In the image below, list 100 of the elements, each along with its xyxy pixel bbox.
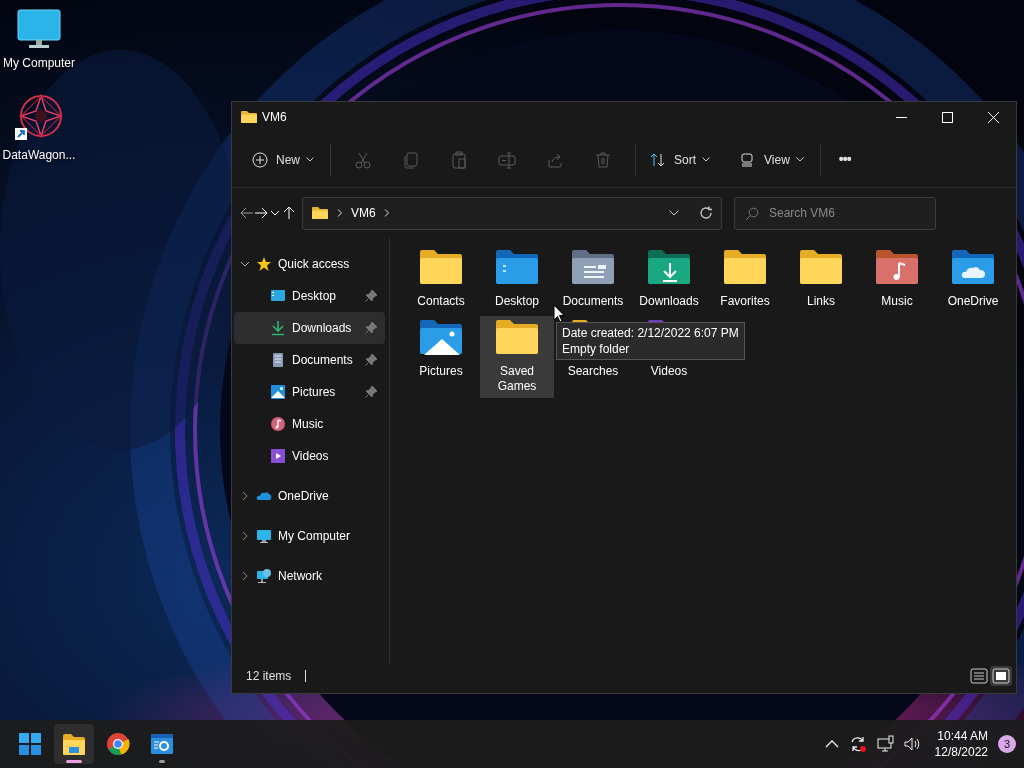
folder-item[interactable]: Documents — [556, 246, 630, 314]
taskbar-app-button[interactable] — [54, 724, 94, 764]
sort-icon — [650, 151, 666, 168]
folder-item[interactable]: Pictures — [404, 316, 478, 384]
desktop-icon-label[interactable]: My Computer — [3, 54, 75, 72]
clock-time[interactable]: 10:44 AM — [937, 728, 988, 744]
volume-icon[interactable] — [902, 735, 921, 753]
paste-icon — [450, 150, 468, 169]
folder-label: Documents — [561, 294, 625, 309]
details-view-button[interactable] — [968, 666, 990, 686]
settings-window-icon — [149, 731, 175, 757]
folder-icon — [722, 249, 768, 285]
sidebar-item[interactable]: Documents — [234, 344, 385, 376]
monitor-icon[interactable] — [17, 8, 61, 50]
large-icons-view-button[interactable] — [990, 666, 1012, 686]
tile-icon — [992, 668, 1010, 684]
folder-label: Downloads — [638, 294, 700, 309]
tooltip-text: Empty folder — [562, 341, 631, 357]
chevron-down-icon[interactable] — [240, 259, 250, 269]
folder-icon — [798, 249, 844, 285]
more-button[interactable]: ••• — [828, 142, 861, 177]
sidebar-item[interactable]: Downloads — [234, 312, 385, 344]
item-count: 12 items — [246, 668, 292, 685]
folder-label: Contacts — [416, 294, 466, 309]
sidebar-item[interactable]: Pictures — [234, 376, 385, 408]
desktop-icon-label[interactable]: DataWagon... — [2, 146, 76, 164]
folder-icon — [950, 249, 996, 285]
picture-icon — [270, 384, 286, 400]
star-icon — [256, 256, 272, 272]
folder-icon — [646, 249, 692, 285]
view-icon — [740, 152, 755, 167]
rename-icon — [498, 150, 516, 169]
folder-item[interactable]: Contacts — [404, 246, 478, 314]
chevron-icon — [383, 209, 390, 217]
sidebar-item[interactable]: Quick access — [234, 248, 385, 280]
sidebar-item[interactable]: Videos — [234, 440, 385, 472]
chevron-right-icon[interactable] — [240, 571, 250, 581]
sidebar-item[interactable]: Desktop — [234, 280, 385, 312]
caret-icon — [702, 157, 711, 162]
folder-icon — [240, 110, 258, 124]
refresh-icon[interactable] — [699, 206, 713, 220]
folder-item[interactable]: Links — [784, 246, 858, 314]
monitor-icon — [256, 528, 272, 544]
folder-item[interactable]: OneDrive — [936, 246, 1010, 314]
folder-icon — [570, 249, 616, 285]
close-icon — [987, 111, 999, 123]
folder-label: Favorites — [719, 294, 771, 309]
chevron-icon — [337, 209, 343, 217]
window-title: VM6 — [262, 109, 287, 126]
folder-item[interactable]: Desktop — [480, 246, 554, 314]
clock-date[interactable]: 12/8/2022 — [934, 744, 988, 760]
folder-label: Pictures — [418, 364, 464, 379]
folder-label: Music — [880, 294, 914, 309]
dropdown-icon[interactable] — [669, 210, 679, 216]
star-emblem-icon[interactable] — [15, 94, 63, 142]
folder-icon — [874, 249, 920, 285]
search-field[interactable]: Search VM6 — [734, 196, 936, 230]
arrow-left-icon — [240, 206, 254, 220]
folder-label: Saved Games — [496, 364, 538, 394]
breadcrumb[interactable]: VM6 — [351, 204, 376, 222]
view-button[interactable]: View — [732, 142, 812, 177]
sidebar-item[interactable]: OneDrive — [234, 480, 385, 512]
new-button[interactable]: New — [244, 142, 322, 177]
music-icon — [270, 416, 286, 432]
chevron-right-icon[interactable] — [240, 531, 250, 541]
folder-icon — [494, 319, 540, 355]
delete-icon — [594, 150, 612, 169]
maximize-icon — [941, 111, 953, 123]
folder-icon — [61, 731, 87, 757]
caret-icon — [306, 157, 314, 162]
copy-icon — [402, 150, 420, 169]
folder-item[interactable]: Music — [860, 246, 934, 314]
folder-label: OneDrive — [946, 294, 1000, 309]
sort-button[interactable]: Sort — [642, 142, 719, 177]
folder-item[interactable]: Saved Games — [480, 316, 554, 398]
folder-icon — [311, 206, 329, 220]
sidebar-item[interactable]: My Computer — [234, 520, 385, 552]
notification-badge[interactable]: 3 — [998, 735, 1016, 753]
cursor-icon — [553, 304, 565, 323]
search-icon — [745, 206, 759, 221]
folder-label: Videos — [649, 364, 689, 379]
download-icon — [270, 320, 286, 336]
folder-item[interactable]: Favorites — [708, 246, 782, 314]
address-bar[interactable]: VM6 — [302, 196, 722, 230]
windows-logo-icon — [17, 731, 43, 757]
list-icon — [970, 668, 988, 684]
network-icon[interactable] — [876, 735, 895, 753]
document-icon — [270, 352, 286, 368]
folder-label: Desktop — [494, 294, 540, 309]
folder-label: Searches — [566, 364, 620, 379]
folder-item[interactable]: Downloads — [632, 246, 706, 314]
chevron-right-icon[interactable] — [240, 491, 250, 501]
sidebar-item[interactable]: Network — [234, 560, 385, 592]
chevron-up-icon[interactable] — [824, 739, 839, 749]
network-icon — [256, 568, 272, 584]
sidebar-item[interactable]: Music — [234, 408, 385, 440]
plus-icon — [252, 151, 268, 168]
arrow-right-icon — [254, 206, 268, 220]
video-icon — [270, 448, 286, 464]
cut-icon — [354, 150, 372, 169]
